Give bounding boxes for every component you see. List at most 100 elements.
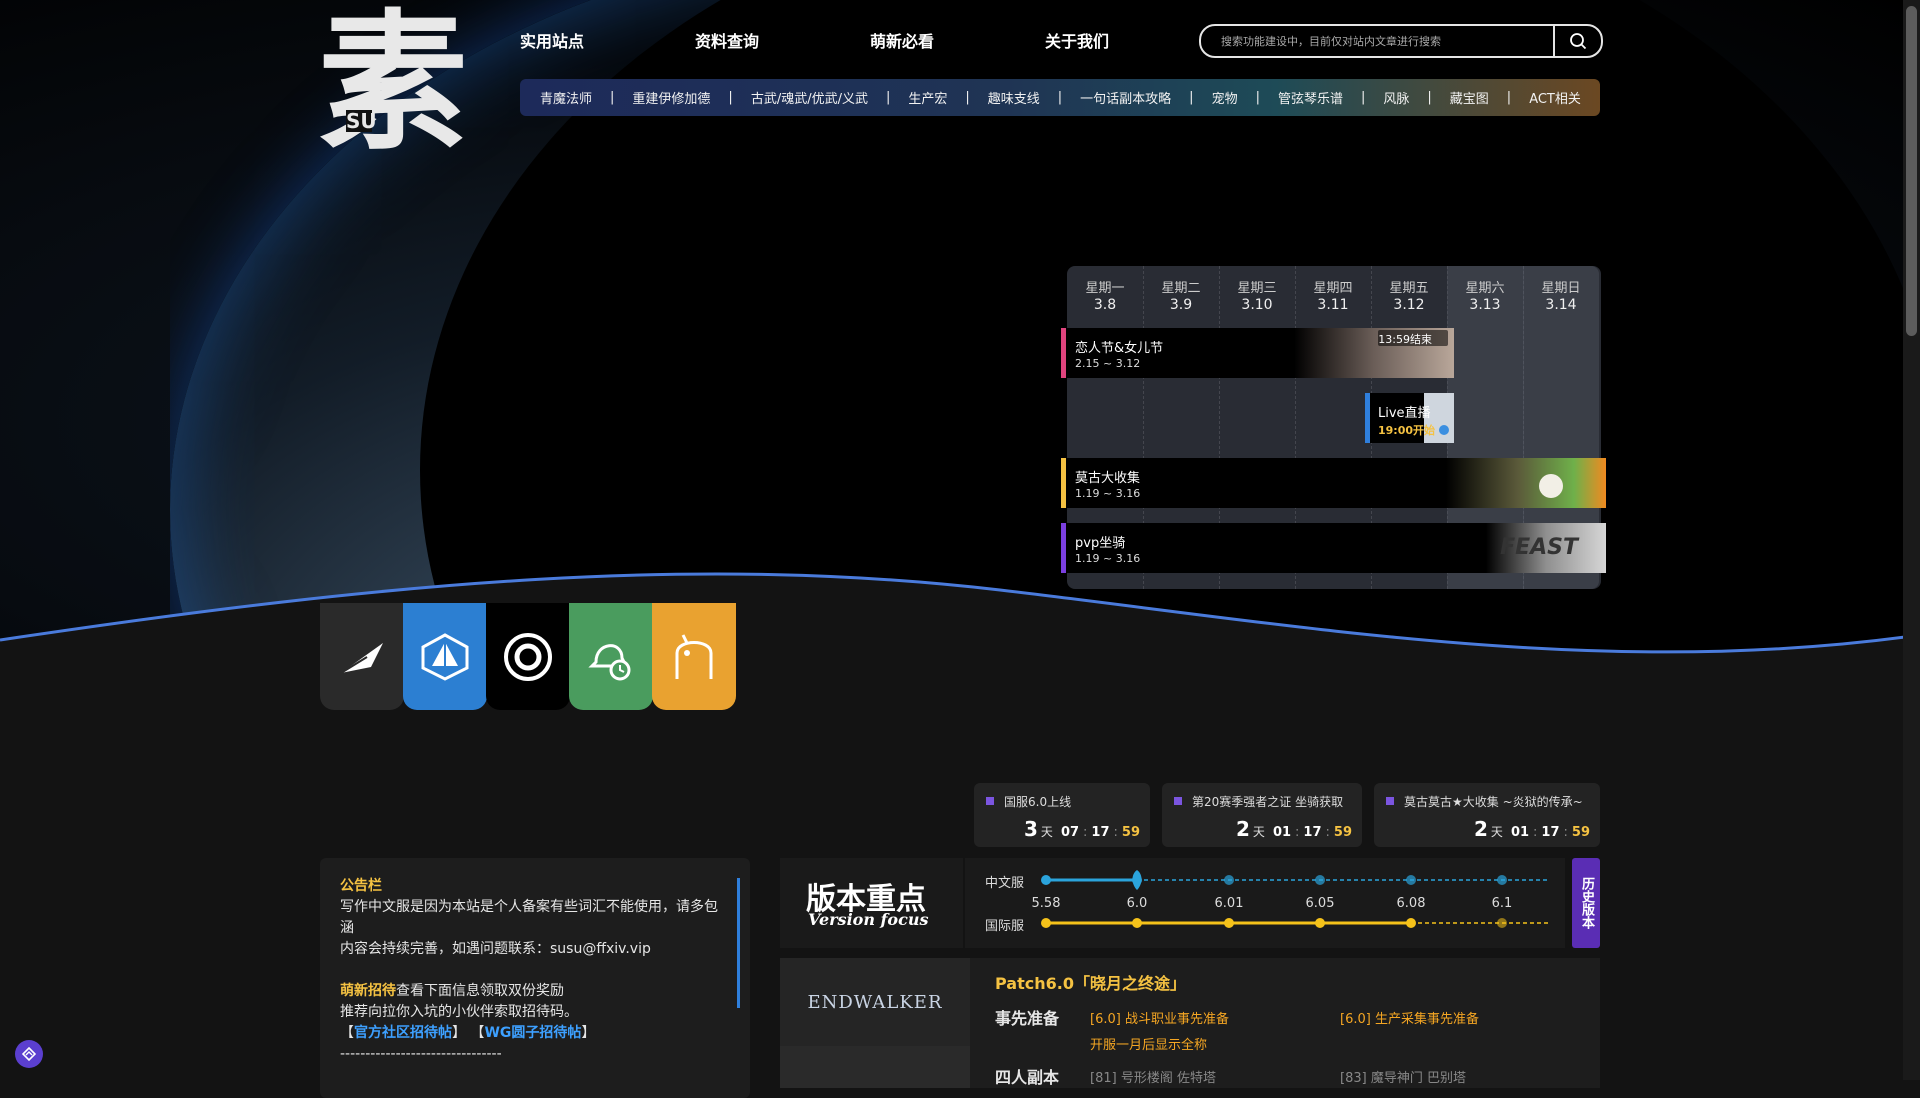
patch-link[interactable]: [6.0] 战斗职业事先准备	[1090, 1008, 1229, 1027]
event-name: 恋人节&女儿节	[1075, 341, 1164, 356]
calendar-weekday: 星期四	[1313, 281, 1353, 296]
search-input[interactable]	[1201, 26, 1553, 56]
top-nav: 实用站点 资料查询 萌新必看 关于我们	[520, 28, 1109, 52]
calendar-date: 3.9	[1169, 297, 1193, 313]
subnav-treasure-maps[interactable]: 藏宝图	[1450, 88, 1489, 107]
subnav-act[interactable]: ACT相关	[1529, 88, 1581, 107]
sub-nav: 青魔法师 | 重建伊修加德 | 古武/魂武/优武/义武 | 生产宏 | 趣味支线 | 一句…	[520, 79, 1600, 116]
version-focus-title: 版本重点 Version focus	[780, 858, 963, 948]
calendar-date: 3.12	[1393, 297, 1425, 313]
countdown-timer: 2 天 01:17:59	[1236, 817, 1352, 841]
event-pvp-mount[interactable]: FEAST pvp坐骑 1.19 ~ 3.16	[1061, 523, 1606, 573]
timeline-cn-point[interactable]	[1315, 875, 1325, 885]
subnav-blue-mage[interactable]: 青魔法师	[540, 88, 592, 107]
countdown-marker	[1174, 797, 1182, 805]
patch-link[interactable]: 开服一月后显示全称	[1090, 1034, 1207, 1053]
event-valentines[interactable]: 恋人节&女儿节 2.15 ~ 3.12 13:59结束	[1061, 328, 1454, 378]
version-label[interactable]: 6.1	[1477, 896, 1527, 911]
patch-section-label: 四人副本	[995, 1068, 1060, 1087]
version-label[interactable]: 6.05	[1295, 896, 1345, 911]
event-banner-text: FEAST	[1500, 535, 1578, 560]
countdown-seconds: 59	[1121, 825, 1140, 840]
patch-section: ENDWALKER Patch6.0「晓月之终途」 事先准备 [6.0] 战斗职…	[780, 958, 1600, 1088]
quick-link-crystal[interactable]	[403, 603, 487, 710]
timeline-intl-point[interactable]	[1224, 918, 1234, 928]
patch-link[interactable]: [81] 号形楼阁 佐特塔	[1090, 1067, 1216, 1086]
link-wg-invite[interactable]: WG圆子招待帖	[484, 1025, 581, 1041]
bell-clock-icon	[588, 643, 631, 680]
event-end-tag: 13:59结束	[1378, 333, 1432, 346]
patch-title: Patch6.0「晓月之终途」	[995, 974, 1186, 993]
countdown-card[interactable]: 国服6.0上线 3 天 07:17:59	[974, 783, 1150, 847]
site-logo[interactable]: 素 SU	[318, 8, 478, 180]
endwalker-logo-text: ENDWALKER	[807, 991, 943, 1013]
quick-link-ghost[interactable]	[652, 603, 736, 710]
patch-logo: ENDWALKER	[780, 958, 970, 1046]
quick-link-ring[interactable]	[486, 603, 570, 710]
quick-link-timer[interactable]	[569, 603, 653, 710]
notice-title: 公告栏	[340, 878, 382, 894]
countdown-seconds: 59	[1571, 825, 1590, 840]
version-label[interactable]: 5.58	[1021, 896, 1071, 911]
nav-item-tools[interactable]: 实用站点	[520, 28, 695, 52]
history-versions-button[interactable]: 历史版本	[1572, 858, 1600, 948]
timeline-cn-point[interactable]	[1406, 875, 1416, 885]
logo-sub-text: SU	[346, 109, 377, 133]
bracket: 【	[340, 1025, 354, 1041]
subnav-minions[interactable]: 宠物	[1212, 88, 1238, 107]
subnav-side-quests[interactable]: 趣味支线	[988, 88, 1040, 107]
subnav-crafting-macros[interactable]: 生产宏	[908, 88, 947, 107]
countdown-day-unit: 天	[1252, 825, 1265, 839]
timeline-cn-point[interactable]	[1497, 875, 1507, 885]
event-moogle-treasure[interactable]: 莫古大收集 1.19 ~ 3.16	[1061, 458, 1606, 508]
nav-item-database[interactable]: 资料查询	[695, 28, 870, 52]
subnav-dungeon-guides[interactable]: 一句话副本攻略	[1080, 88, 1171, 107]
timeline-intl-point[interactable]	[1406, 918, 1416, 928]
scrollbar-thumb[interactable]	[1906, 6, 1917, 336]
search-button[interactable]	[1553, 26, 1601, 56]
calendar-weekday: 星期二	[1161, 281, 1201, 296]
invite-title: 萌新招待	[340, 983, 396, 999]
version-label[interactable]: 6.0	[1112, 896, 1162, 911]
timeline-intl-point[interactable]	[1132, 918, 1142, 928]
version-title-en: Version focus	[808, 910, 929, 929]
timeline-cn-point[interactable]	[1041, 875, 1051, 885]
version-label[interactable]: 6.01	[1204, 896, 1254, 911]
timeline-intl-point[interactable]	[1497, 918, 1507, 928]
calendar-date: 3.8	[1093, 297, 1117, 313]
countdown-seconds: 59	[1333, 825, 1352, 840]
notice-content: 公告栏 写作中文服是因为本站是个人备案有些词汇不能使用，请多包涵 内容会持续完善…	[340, 876, 730, 1065]
countdown-card[interactable]: 第20赛季强者之证 坐骑获取 2 天 01:17:59	[1162, 783, 1362, 847]
floating-action-button[interactable]	[15, 1040, 43, 1068]
nav-item-about[interactable]: 关于我们	[1045, 28, 1109, 52]
subnav-aether-currents[interactable]: 风脉	[1383, 88, 1409, 107]
link-official-invite[interactable]: 官方社区招待帖	[354, 1025, 452, 1041]
invite-text: 查看下面信息领取双份奖励	[396, 983, 564, 999]
calendar-weekday: 星期六	[1465, 281, 1505, 296]
subnav-relic-weapons[interactable]: 古武/魂武/优武/义武	[751, 88, 868, 107]
event-live-stream[interactable]: Live直播 19:00开始	[1365, 393, 1454, 443]
timeline-intl-point[interactable]	[1041, 918, 1051, 928]
calendar-weekday: 星期三	[1237, 281, 1277, 296]
version-label[interactable]: 6.08	[1386, 896, 1436, 911]
countdown-card[interactable]: 莫古莫古★大收集 ~炎狱的传承~ 2 天 01:17:59	[1374, 783, 1600, 847]
bracket: 】	[452, 1025, 466, 1041]
search-icon	[1570, 33, 1587, 50]
subnav-ishgard-restoration[interactable]: 重建伊修加德	[632, 88, 710, 107]
feather-icon	[340, 642, 383, 674]
crystal-icon	[421, 632, 469, 681]
event-name: pvp坐骑	[1075, 536, 1126, 551]
countdown-hours: 01	[1272, 825, 1292, 840]
subnav-orchestrion[interactable]: 管弦琴乐谱	[1278, 88, 1343, 107]
event-name: Live直播	[1378, 406, 1431, 421]
bracket: 【	[470, 1025, 485, 1041]
quick-link-feather[interactable]	[320, 603, 404, 710]
countdown-days: 3	[1024, 817, 1038, 841]
nav-item-newbie[interactable]: 萌新必看	[870, 28, 1045, 52]
countdown-marker	[986, 797, 994, 805]
patch-link[interactable]: [83] 魔导神门 巴别塔	[1340, 1067, 1466, 1086]
page-scrollbar[interactable]	[1903, 0, 1920, 1080]
timeline-intl-point[interactable]	[1315, 918, 1325, 928]
patch-link[interactable]: [6.0] 生产采集事先准备	[1340, 1008, 1479, 1027]
timeline-cn-point[interactable]	[1224, 875, 1234, 885]
